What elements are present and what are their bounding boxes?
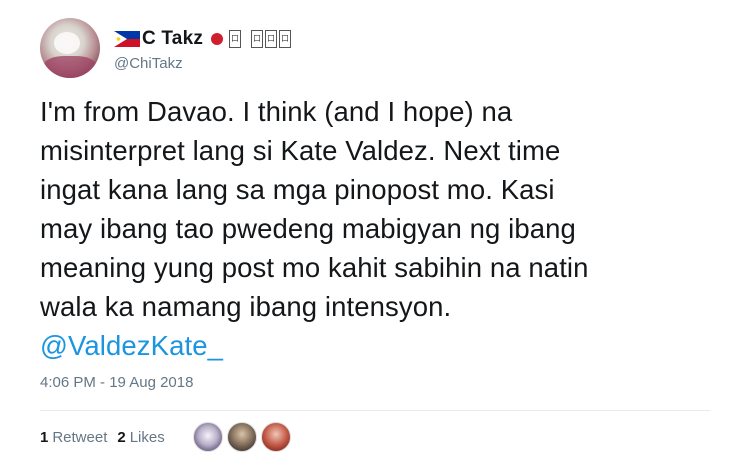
name-glyph: 口 xyxy=(229,29,242,48)
tweet-text: I'm from Davao. I think (and I hope) na … xyxy=(40,92,730,365)
japan-flag-icon xyxy=(211,32,224,45)
mention-link[interactable]: @ValdezKate_ xyxy=(40,326,730,365)
liker-avatars xyxy=(192,422,291,452)
name-glyph: 口 xyxy=(265,29,278,48)
name-glyphs: 口 口 口 口 xyxy=(229,29,292,48)
tweet-text-line: may ibang tao pwedeng mabigyan ng ibang xyxy=(40,213,576,244)
liker-avatar[interactable] xyxy=(192,422,223,452)
likes-label: Likes xyxy=(129,428,165,446)
avatar[interactable] xyxy=(40,18,100,78)
divider xyxy=(40,410,710,411)
name-glyph: 口 xyxy=(279,29,292,48)
tweet-card: C Takz 口 口 口 口 @ChiTakz I'm from Davao. … xyxy=(0,0,750,470)
display-name-row[interactable]: C Takz 口 口 口 口 xyxy=(114,25,292,53)
liker-avatar[interactable] xyxy=(260,422,291,452)
tweet-text-line: ingat kana lang sa mga pinopost mo. Kasi xyxy=(40,174,555,205)
tweet-stats: 1 Retweet 2 Likes xyxy=(40,418,291,456)
liker-avatar[interactable] xyxy=(226,422,257,452)
tweet-text-line: wala ka namang ibang intensyon. xyxy=(40,291,452,322)
tweet-text-line: meaning yung post mo kahit sabihin na na… xyxy=(40,252,589,283)
display-name[interactable]: C Takz xyxy=(142,28,203,50)
retweets-stat[interactable]: 1 Retweet xyxy=(40,429,107,446)
likes-count: 2 xyxy=(117,428,126,446)
name-glyph: 口 xyxy=(251,29,264,48)
tweet-text-line: misinterpret lang si Kate Valdez. Next t… xyxy=(40,135,561,166)
retweets-label: Retweet xyxy=(52,428,108,446)
likes-stat[interactable]: 2 Likes xyxy=(117,429,164,446)
philippines-flag-icon xyxy=(114,30,140,47)
retweets-count: 1 xyxy=(40,428,49,446)
tweet-header: C Takz 口 口 口 口 @ChiTakz xyxy=(40,16,292,80)
tweet-timestamp[interactable]: 4:06 PM - 19 Aug 2018 xyxy=(40,374,193,391)
user-names: C Takz 口 口 口 口 @ChiTakz xyxy=(114,25,292,72)
tweet-text-line: I'm from Davao. I think (and I hope) na xyxy=(40,96,513,127)
user-handle[interactable]: @ChiTakz xyxy=(114,55,291,72)
